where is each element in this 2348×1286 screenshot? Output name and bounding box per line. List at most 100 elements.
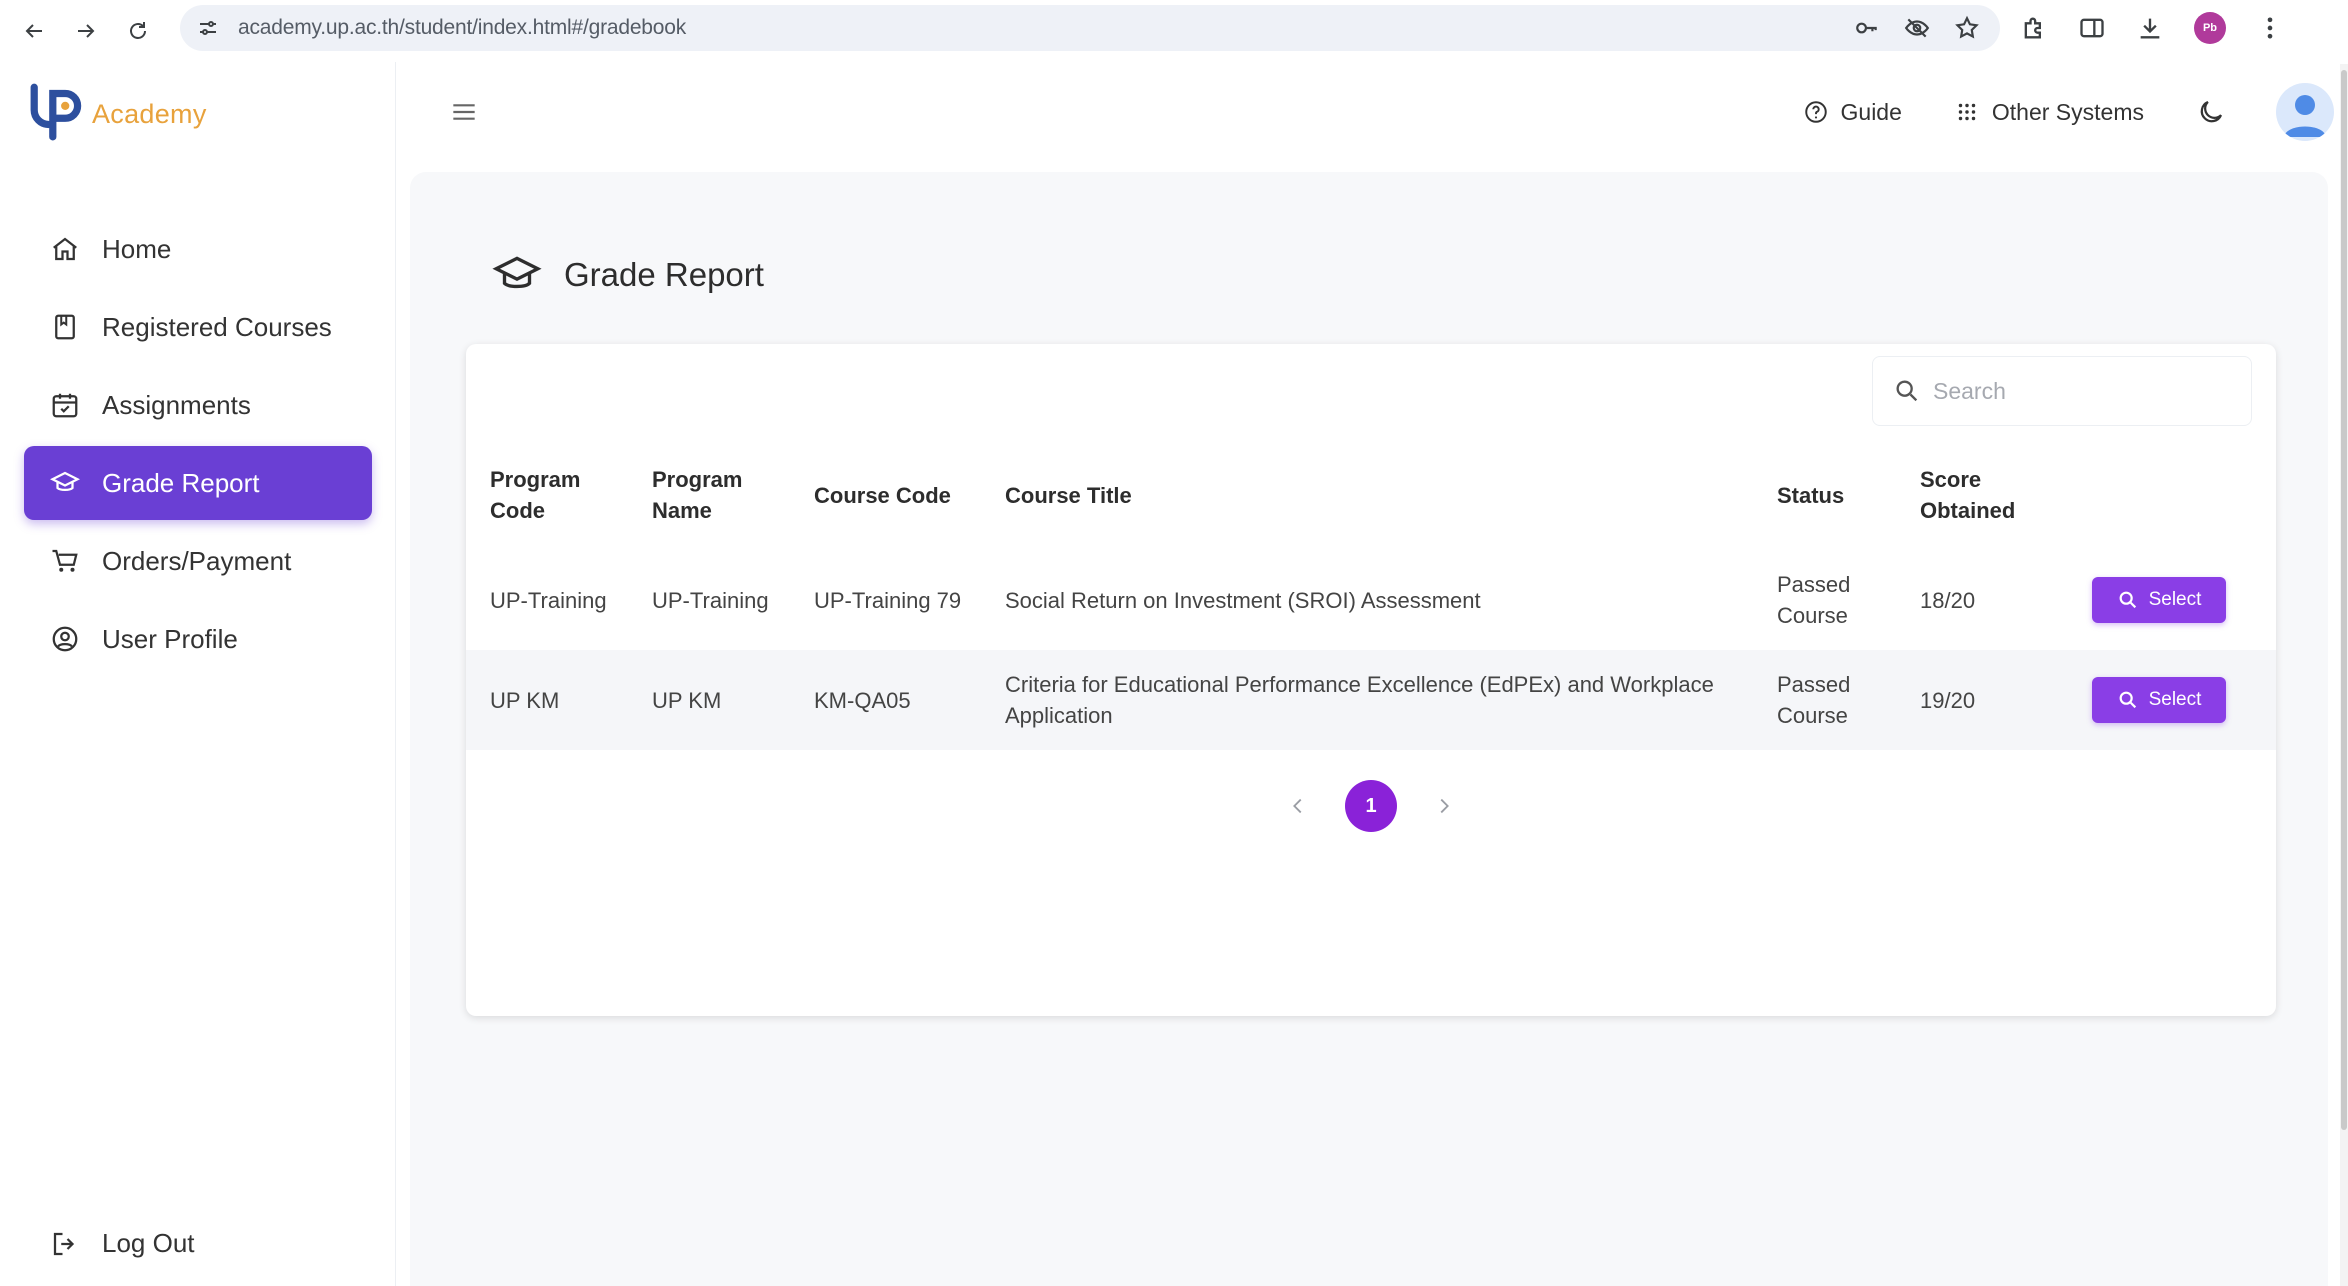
column-header-action: [2066, 440, 2276, 550]
sidebar-item-orders-payment[interactable]: Orders/Payment: [24, 524, 372, 598]
cell-action: Select: [2066, 650, 2276, 750]
cell-program-name: UP KM: [652, 687, 722, 713]
other-systems-label: Other Systems: [1991, 98, 2144, 125]
logout-button[interactable]: Log Out: [50, 1228, 195, 1259]
select-button-label: Select: [2148, 689, 2202, 710]
reload-icon: [130, 22, 146, 39]
site-settings-icon[interactable]: [196, 16, 220, 40]
side-panel-icon[interactable]: [2078, 14, 2106, 42]
hamburger-menu-icon[interactable]: [448, 96, 480, 128]
user-avatar[interactable]: [2276, 83, 2334, 141]
grade-table: Program Code Program Name Course Code Co…: [466, 440, 2276, 750]
user-circle-icon: [52, 626, 78, 652]
cell-status: Passed Course: [1777, 572, 1851, 628]
column-header-course-title[interactable]: Course Title: [981, 440, 1753, 550]
sidebar-item-label: Grade Report: [102, 467, 260, 498]
sidebar: Academy Home Registered Courses Assignme…: [0, 62, 396, 1286]
table-row: UP-Training UP-Training UP-Training 79 S…: [466, 550, 2276, 650]
browser-profile-avatar[interactable]: Pb: [2194, 12, 2226, 44]
cell-course-title: Criteria for Educational Performance Exc…: [1005, 672, 1714, 728]
sidebar-item-registered-courses[interactable]: Registered Courses: [24, 290, 372, 364]
arrow-right-icon: [78, 24, 95, 38]
select-button[interactable]: Select: [2092, 677, 2226, 723]
pagination-next-button[interactable]: [1433, 795, 1455, 817]
sidebar-item-label: Orders/Payment: [102, 545, 292, 576]
pagination-page-current[interactable]: 1: [1345, 780, 1397, 832]
other-systems-link[interactable]: Other Systems: [1954, 99, 2144, 126]
page-scrollbar-thumb[interactable]: [2341, 70, 2347, 1130]
column-header-course-code[interactable]: Course Code: [790, 440, 981, 550]
address-bar[interactable]: academy.up.ac.th/student/index.html#/gra…: [180, 5, 2000, 51]
cell-score: 18/20: [1920, 587, 1976, 613]
sidebar-item-home[interactable]: Home: [24, 212, 372, 286]
up-logo-mark-icon: [30, 83, 82, 141]
extensions-icon[interactable]: [2020, 14, 2048, 42]
column-header-score[interactable]: Score Obtained: [1896, 440, 2066, 550]
column-header-program-name[interactable]: Program Name: [628, 440, 790, 550]
cell-program-code: UP-Training: [490, 587, 607, 613]
back-button[interactable]: [8, 5, 60, 57]
grade-report-card: Program Code Program Name Course Code Co…: [466, 344, 2276, 1016]
sidebar-item-grade-report[interactable]: Grade Report: [24, 446, 372, 520]
arrow-left-icon: [25, 24, 42, 38]
main-content: Grade Report Program Code Program Name C…: [410, 172, 2328, 1286]
user-avatar-icon: [2284, 95, 2326, 137]
column-header-program-code[interactable]: Program Code: [466, 440, 628, 550]
grid-apps-icon: [1958, 103, 1976, 121]
cart-icon: [52, 549, 78, 572]
logo-text: Academy: [92, 99, 207, 129]
select-button[interactable]: Select: [2092, 577, 2226, 623]
column-header-status[interactable]: Status: [1753, 440, 1896, 550]
graduation-cap-icon: [50, 471, 80, 491]
cell-program-code: UP KM: [490, 687, 560, 713]
pagination: 1: [466, 764, 2276, 848]
sidebar-item-assignments[interactable]: Assignments: [24, 368, 372, 442]
book-icon: [55, 314, 75, 340]
sidebar-item-label: User Profile: [102, 623, 238, 654]
logout-label: Log Out: [102, 1228, 195, 1258]
sidebar-item-label: Assignments: [102, 389, 251, 420]
search-icon: [1896, 380, 1918, 402]
table-row: UP KM UP KM KM-QA05 Criteria for Educati…: [466, 650, 2276, 750]
help-circle-icon: [1804, 101, 1827, 123]
sidebar-item-label: Home: [102, 233, 172, 264]
cell-score: 19/20: [1920, 687, 1976, 713]
page-title: Grade Report: [492, 250, 764, 300]
download-icon[interactable]: [2136, 14, 2164, 42]
logo[interactable]: Academy: [28, 78, 207, 142]
bookmark-star-icon[interactable]: [1954, 15, 1980, 41]
graduation-cap-icon: [492, 256, 542, 289]
chevron-left-icon: [1293, 798, 1302, 814]
dark-mode-moon-icon[interactable]: [2196, 97, 2226, 127]
cell-program-name: UP-Training: [652, 587, 769, 613]
forward-button[interactable]: [60, 5, 112, 57]
chevron-right-icon: [1440, 798, 1449, 814]
select-button-label: Select: [2148, 589, 2202, 610]
table-header-row: Program Code Program Name Course Code Co…: [466, 440, 2276, 550]
cell-status: Passed Course: [1777, 672, 1851, 728]
page-title-text: Grade Report: [564, 256, 764, 293]
search-input[interactable]: [1933, 377, 2233, 405]
guide-label: Guide: [1840, 98, 1902, 125]
search-field[interactable]: [1872, 356, 2252, 426]
cell-course-code: KM-QA05: [814, 687, 911, 713]
browser-toolbar: academy.up.ac.th/student/index.html#/gra…: [0, 0, 2348, 62]
cell-course-title: Social Return on Investment (SROI) Asses…: [1005, 587, 1481, 613]
cell-action: Select: [2066, 550, 2276, 650]
reload-button[interactable]: [112, 5, 164, 57]
sidebar-nav: Home Registered Courses Assignments Grad…: [24, 212, 372, 680]
cell-course-code: UP-Training 79: [814, 587, 962, 613]
calendar-check-icon: [52, 393, 78, 418]
eye-off-icon[interactable]: [1904, 15, 1930, 41]
url-text: academy.up.ac.th/student/index.html#/gra…: [238, 16, 687, 39]
kebab-menu-icon[interactable]: [2256, 14, 2284, 42]
home-icon: [53, 237, 77, 261]
app-header: Guide Other Systems: [396, 62, 2340, 162]
logout-icon: [53, 1232, 75, 1255]
pagination-prev-button[interactable]: [1287, 795, 1309, 817]
password-key-icon[interactable]: [1854, 15, 1880, 41]
sidebar-item-user-profile[interactable]: User Profile: [24, 602, 372, 676]
guide-link[interactable]: Guide: [1803, 99, 1902, 126]
search-icon: [2119, 591, 2136, 609]
sidebar-item-label: Registered Courses: [102, 311, 332, 342]
